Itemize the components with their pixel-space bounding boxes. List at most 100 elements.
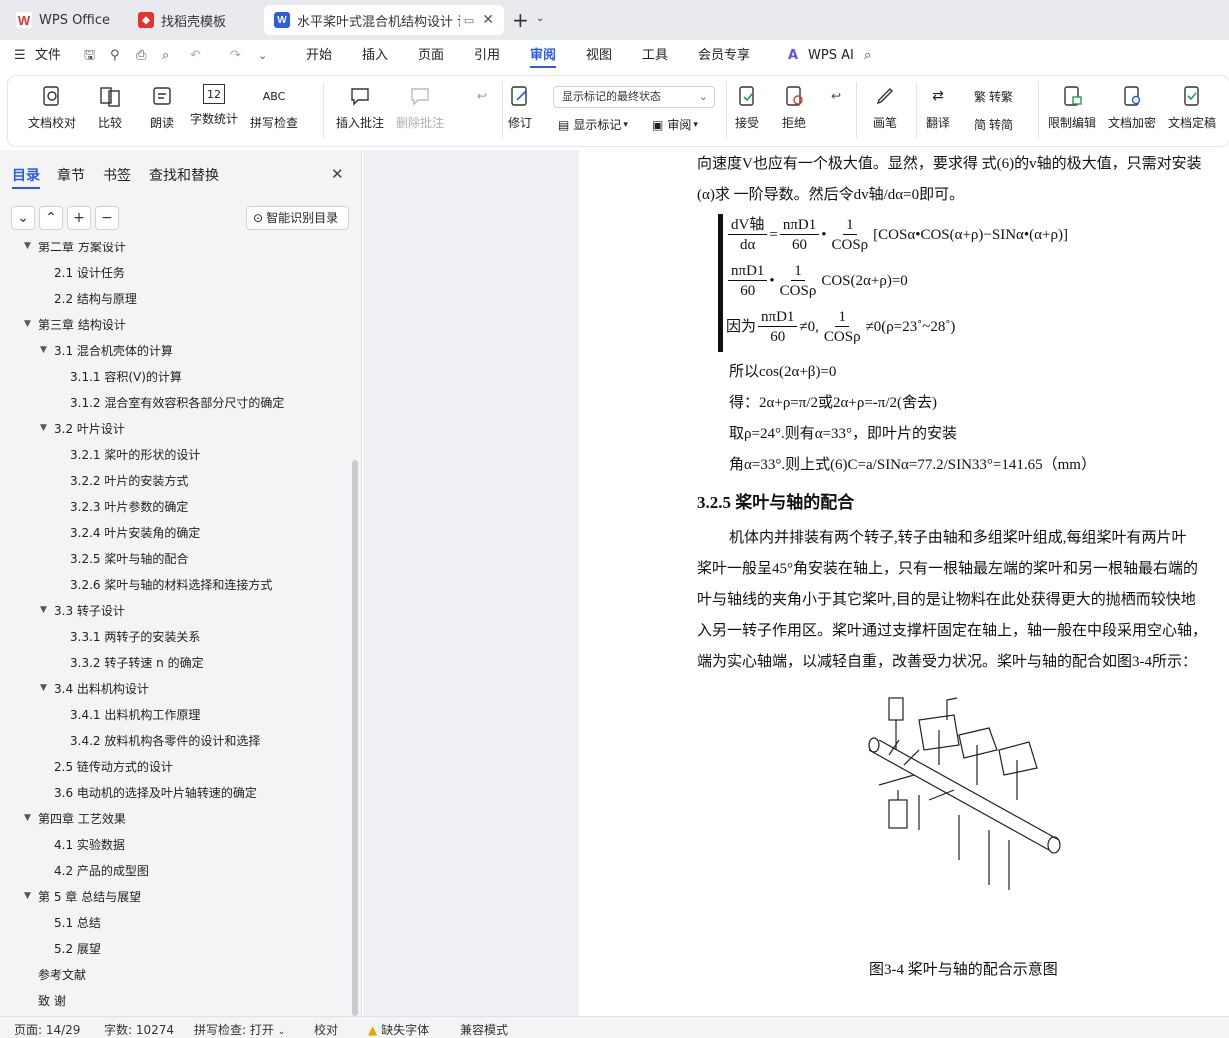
print-icon[interactable]: ⎙ — [136, 46, 146, 68]
add-heading-button[interactable]: + — [67, 206, 91, 230]
expand-triangle-icon[interactable]: ▼ — [40, 605, 47, 615]
prev-change-icon[interactable]: ↩ — [824, 84, 848, 114]
toc-item[interactable]: 第 5 章 总结与展望 — [38, 888, 141, 905]
toc-item[interactable]: 第三章 结构设计 — [38, 316, 126, 333]
toc-item[interactable]: 2.5 链传动方式的设计 — [54, 758, 173, 775]
chevron-down-icon[interactable]: ⌄ — [536, 13, 544, 24]
doc-encrypt-button[interactable]: 文档加密 — [1108, 84, 1156, 131]
to-traditional-button[interactable]: 繁转繁 — [974, 88, 1013, 105]
spell-check-button[interactable]: ABC 拼写检查 — [250, 84, 298, 131]
nav-tab-bookmark[interactable]: 书签 — [103, 165, 131, 185]
toc-item[interactable]: 5.2 展望 — [54, 940, 101, 957]
toc-item[interactable]: 3.3 转子设计 — [54, 602, 125, 619]
toc-item[interactable]: 3.6 电动机的选择及叶片轴转速的确定 — [54, 784, 257, 801]
toc-item[interactable]: 3.2.1 桨叶的形状的设计 — [70, 446, 200, 463]
menu-view[interactable]: 视图 — [586, 46, 612, 68]
toc-item[interactable]: 3.4.2 放料机构各零件的设计和选择 — [70, 732, 260, 749]
delete-comment-button[interactable]: 删除批注 — [396, 84, 444, 131]
print-preview-icon[interactable]: ⌕ — [162, 46, 169, 68]
toc-item[interactable]: 3.2.5 桨叶与轴的配合 — [70, 550, 188, 567]
menu-page[interactable]: 页面 — [418, 46, 444, 68]
hamburger-icon[interactable]: ☰ — [14, 46, 26, 68]
track-changes-button[interactable]: 修订 — [508, 84, 532, 131]
link-icon[interactable]: ⚲ — [110, 46, 120, 68]
toc-item[interactable]: 4.1 实验数据 — [54, 836, 125, 853]
review-pane-button[interactable]: ▣ 审阅 ▾ — [652, 116, 698, 133]
menu-review[interactable]: 审阅 — [530, 46, 557, 68]
wps-ai-icon[interactable]: A — [788, 46, 798, 68]
to-simplified-button[interactable]: 简转简 — [974, 116, 1013, 133]
menu-tools[interactable]: 工具 — [642, 46, 668, 68]
expand-triangle-icon[interactable]: ▼ — [40, 423, 47, 433]
menu-wps-ai[interactable]: WPS AI — [808, 46, 854, 68]
toc-item[interactable]: 3.1.1 容积(V)的计算 — [70, 368, 182, 385]
toc-item[interactable]: 3.3.2 转子转速 n 的确定 — [70, 654, 204, 671]
page-indicator[interactable]: 页面: 14/29 — [14, 1021, 80, 1038]
toc-item[interactable]: 3.4 出料机构设计 — [54, 680, 149, 697]
missing-font-button[interactable]: ▲ 缺失字体 — [368, 1021, 429, 1038]
expand-triangle-icon[interactable]: ▼ — [24, 891, 31, 901]
markup-state-select[interactable]: 显示标记的最终状态 ⌄ — [553, 86, 715, 108]
toc-item[interactable]: 3.1.2 混合室有效容积各部分尺寸的确定 — [70, 394, 284, 411]
expand-triangle-icon[interactable]: ▼ — [40, 345, 47, 355]
toc-item[interactable]: 3.3.1 两转子的安装关系 — [70, 628, 200, 645]
menu-reference[interactable]: 引用 — [474, 46, 500, 68]
tab-document[interactable]: W 水平桨叶式混合机结构设计 说 ▭ ✕ — [264, 5, 504, 35]
expand-triangle-icon[interactable]: ▼ — [24, 319, 31, 329]
expand-triangle-icon[interactable]: ▼ — [40, 683, 47, 693]
toc-item[interactable]: 3.4.1 出料机构工作原理 — [70, 706, 200, 723]
read-aloud-button[interactable]: 朗读 — [150, 84, 174, 131]
toc-item[interactable]: 3.2.4 叶片安装角的确定 — [70, 524, 200, 541]
restrict-edit-button[interactable]: 限制编辑 — [1048, 84, 1096, 131]
toc-item[interactable]: 4.2 产品的成型图 — [54, 862, 149, 879]
search-icon[interactable]: ⌕ — [864, 46, 871, 68]
spell-check-status[interactable]: 拼写检查: 打开 ⌄ — [194, 1021, 285, 1038]
toc-item[interactable]: 第二章 方案设计 — [38, 242, 126, 255]
menu-start[interactable]: 开始 — [306, 46, 332, 68]
word-count-button[interactable]: 12 字数统计 — [190, 84, 238, 127]
nav-tab-find-replace[interactable]: 查找和替换 — [149, 165, 219, 185]
collapse-up-button[interactable]: ⌃ — [39, 206, 63, 230]
proof-button[interactable]: 校对 — [314, 1021, 338, 1038]
close-icon[interactable]: ✕ — [331, 165, 344, 183]
toc-item[interactable]: 3.2.3 叶片参数的确定 — [70, 498, 188, 515]
expand-triangle-icon[interactable]: ▼ — [24, 242, 31, 251]
reject-button[interactable]: 拒绝 — [782, 84, 806, 131]
toc-item[interactable]: 2.2 结构与原理 — [54, 290, 137, 307]
toc-item[interactable]: 3.2.6 桨叶与轴的材料选择和连接方式 — [70, 576, 272, 593]
show-markup-button[interactable]: ▤ 显示标记 ▾ — [558, 116, 628, 133]
pen-button[interactable]: 画笔 — [873, 84, 897, 131]
menu-insert[interactable]: 插入 — [362, 46, 388, 68]
toc-item[interactable]: 5.1 总结 — [54, 914, 101, 931]
accept-button[interactable]: 接受 — [735, 84, 759, 131]
toc-item[interactable]: 2.1 设计任务 — [54, 264, 125, 281]
finalize-button[interactable]: 文档定稿 — [1168, 84, 1216, 131]
expand-triangle-icon[interactable]: ▼ — [24, 813, 31, 823]
nav-tab-chapter[interactable]: 章节 — [57, 165, 85, 185]
redo-icon[interactable]: ↷ — [230, 46, 241, 68]
menu-file[interactable]: 文件 — [35, 46, 61, 68]
toc-item[interactable]: 3.2.2 叶片的安装方式 — [70, 472, 188, 489]
insert-comment-button[interactable]: 插入批注 — [336, 84, 384, 131]
word-count[interactable]: 字数: 10274 — [104, 1021, 174, 1038]
comment-nav-icon[interactable]: ↩ — [470, 84, 494, 114]
toc-item[interactable]: 3.1 混合机壳体的计算 — [54, 342, 173, 359]
toc-item[interactable]: 3.2 叶片设计 — [54, 420, 125, 437]
tab-wps-office[interactable]: W WPS Office — [6, 5, 122, 35]
menu-member[interactable]: 会员专享 — [698, 46, 750, 68]
new-tab-icon[interactable]: + — [512, 9, 529, 31]
doc-proofread-button[interactable]: 文档校对 — [28, 84, 76, 131]
nav-tab-toc[interactable]: 目录 — [12, 165, 40, 189]
toc-item[interactable]: 参考文献 — [38, 966, 86, 983]
tab-docer[interactable]: ◆ 找稻壳模板 — [128, 5, 260, 35]
save-icon[interactable]: 🖫 — [84, 46, 95, 68]
sidebar-scrollbar[interactable] — [352, 460, 358, 1016]
undo-icon[interactable]: ↶ — [190, 46, 201, 68]
compare-button[interactable]: 比较 — [98, 84, 122, 131]
toc-item[interactable]: 第四章 工艺效果 — [38, 810, 126, 827]
smart-toc-button[interactable]: ⊙ 智能识别目录 — [246, 206, 349, 230]
remove-heading-button[interactable]: − — [95, 206, 119, 230]
collapse-down-button[interactable]: ⌄ — [11, 206, 35, 230]
toc-item[interactable]: 致 谢 — [38, 992, 66, 1009]
translate-button[interactable]: ⇄ 翻译 — [926, 84, 950, 131]
